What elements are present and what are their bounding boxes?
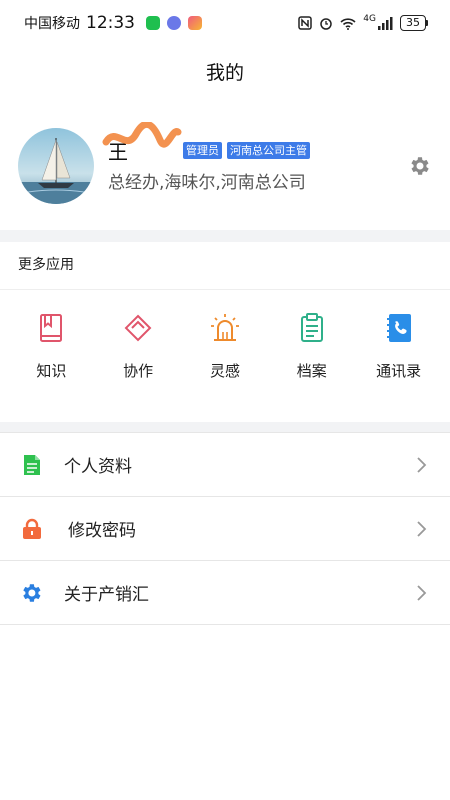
status-time: 12:33 (86, 13, 135, 33)
menu-item-label: 个人资料 (64, 457, 132, 477)
contacts-phone-icon (386, 314, 411, 342)
app-knowledge[interactable]: 知识 (9, 312, 93, 381)
settings-gear-icon[interactable] (408, 154, 432, 178)
app-archive[interactable]: 档案 (270, 312, 354, 381)
menu-item-label: 修改密码 (68, 521, 136, 541)
menu-item-label: 关于产销汇 (64, 585, 149, 605)
app-contacts[interactable]: 通讯录 (357, 312, 441, 381)
settings-menu-list: 个人资料 修改密码 关于产销汇 (0, 432, 450, 625)
app-label: 灵感 (209, 362, 240, 380)
carrier-label: 中国移动 (24, 16, 80, 32)
app-label: 通讯录 (376, 362, 422, 380)
status-right: 4G 35 (298, 14, 428, 31)
app-label: 知识 (36, 362, 67, 380)
network-type: 4G (363, 14, 376, 24)
user-name: 王 (102, 122, 182, 165)
battery-tip (426, 20, 428, 26)
book-icon (40, 314, 63, 342)
apps-grid: 知识 协作 灵感 档案 通讯录 (0, 290, 450, 381)
name-redaction-scribble (102, 122, 182, 148)
diamond-heart-icon (124, 314, 152, 342)
nfc-icon (298, 16, 313, 30)
music-icon (167, 16, 181, 30)
role-badge-supervisor: 河南总公司主管 (227, 142, 310, 159)
section-divider (0, 422, 450, 432)
menu-item-change-password[interactable]: 修改密码 (0, 497, 450, 561)
chevron-right-icon (417, 584, 427, 601)
clipboard-icon (300, 313, 323, 342)
signal-icon (378, 16, 393, 30)
page-title: 我的 (205, 62, 244, 84)
lightbulb-icon (210, 314, 239, 341)
menu-item-about[interactable]: 关于产销汇 (0, 561, 450, 625)
status-bar: 中国移动 12:33 4G 35 (0, 0, 450, 46)
chevron-right-icon (417, 456, 427, 473)
document-icon (20, 453, 44, 477)
status-left: 中国移动 12:33 (24, 13, 202, 33)
gear-icon (20, 581, 44, 605)
battery-indicator: 35 (400, 15, 428, 31)
sailboat-avatar-image (18, 128, 94, 204)
profile-card[interactable]: 王 管理员 河南总公司主管 总经办,海味尔,河南总公司 (0, 120, 450, 220)
menu-item-profile[interactable]: 个人资料 (0, 433, 450, 497)
battery-level: 35 (400, 15, 426, 31)
more-apps-section: 更多应用 知识 协作 灵感 档案 通讯录 (0, 242, 450, 422)
app-inspiration[interactable]: 灵感 (183, 312, 267, 381)
avatar[interactable] (18, 128, 94, 204)
profile-name-row: 王 管理员 河南总公司主管 (102, 122, 310, 165)
wifi-icon (340, 17, 356, 30)
wechat-icon (146, 16, 160, 30)
app-collaboration[interactable]: 协作 (96, 312, 180, 381)
role-badge-admin: 管理员 (183, 142, 222, 159)
alarm-icon (320, 18, 333, 30)
chevron-right-icon (417, 520, 427, 537)
app-label: 协作 (123, 362, 154, 380)
app-icon (188, 16, 202, 30)
more-apps-title: 更多应用 (0, 242, 450, 290)
user-organization: 总经办,海味尔,河南总公司 (108, 173, 306, 193)
section-divider (0, 230, 450, 242)
app-label: 档案 (296, 362, 327, 380)
lock-icon (20, 517, 44, 541)
